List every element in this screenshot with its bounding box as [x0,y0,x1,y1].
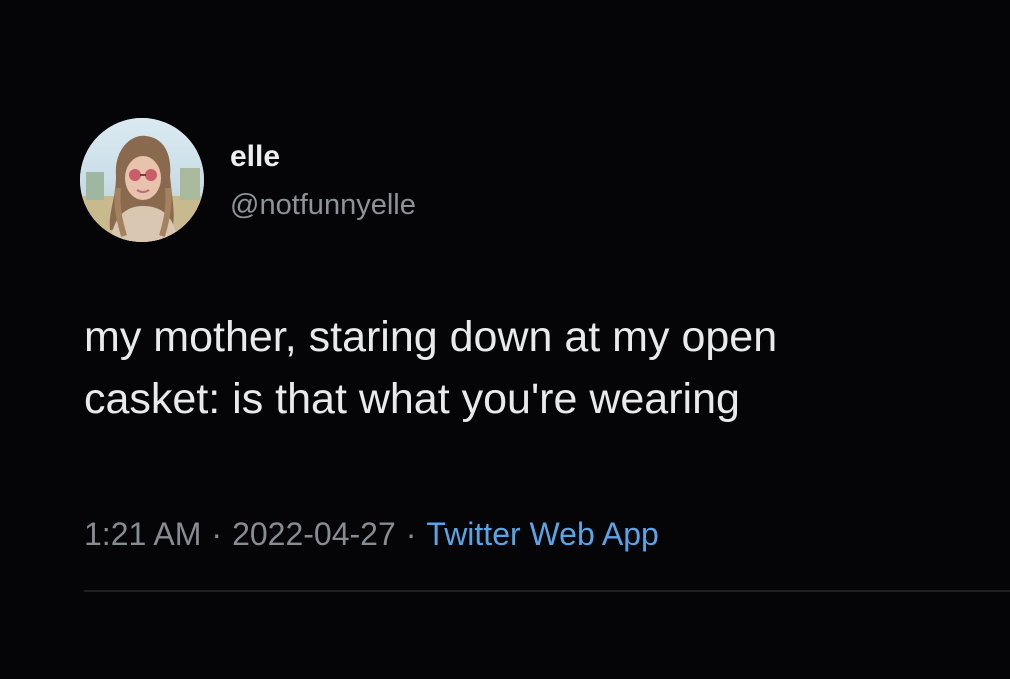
tweet-date[interactable]: 2022-04-27 [232,516,396,552]
tweet-time[interactable]: 1:21 AM [84,516,201,552]
tweet-screenshot: elle @notfunnyelle my mother, staring do… [0,0,1010,679]
profile-photo-icon [80,118,204,242]
tweet-text-line: casket: is that what you're wearing [84,375,740,423]
avatar[interactable] [80,118,204,242]
author-handle[interactable]: @notfunnyelle [230,188,416,222]
divider [84,590,1010,592]
meta-separator: · [405,516,417,552]
tweet-text: my mother, staring down at my open caske… [84,306,1004,430]
author-display-name[interactable]: elle [230,140,280,174]
tweet-text-line: my mother, staring down at my open [84,313,778,361]
meta-separator: · [211,516,223,552]
tweet-source-link[interactable]: Twitter Web App [426,516,658,552]
tweet-meta: 1:21 AM · 2022-04-27 · Twitter Web App [84,514,659,554]
